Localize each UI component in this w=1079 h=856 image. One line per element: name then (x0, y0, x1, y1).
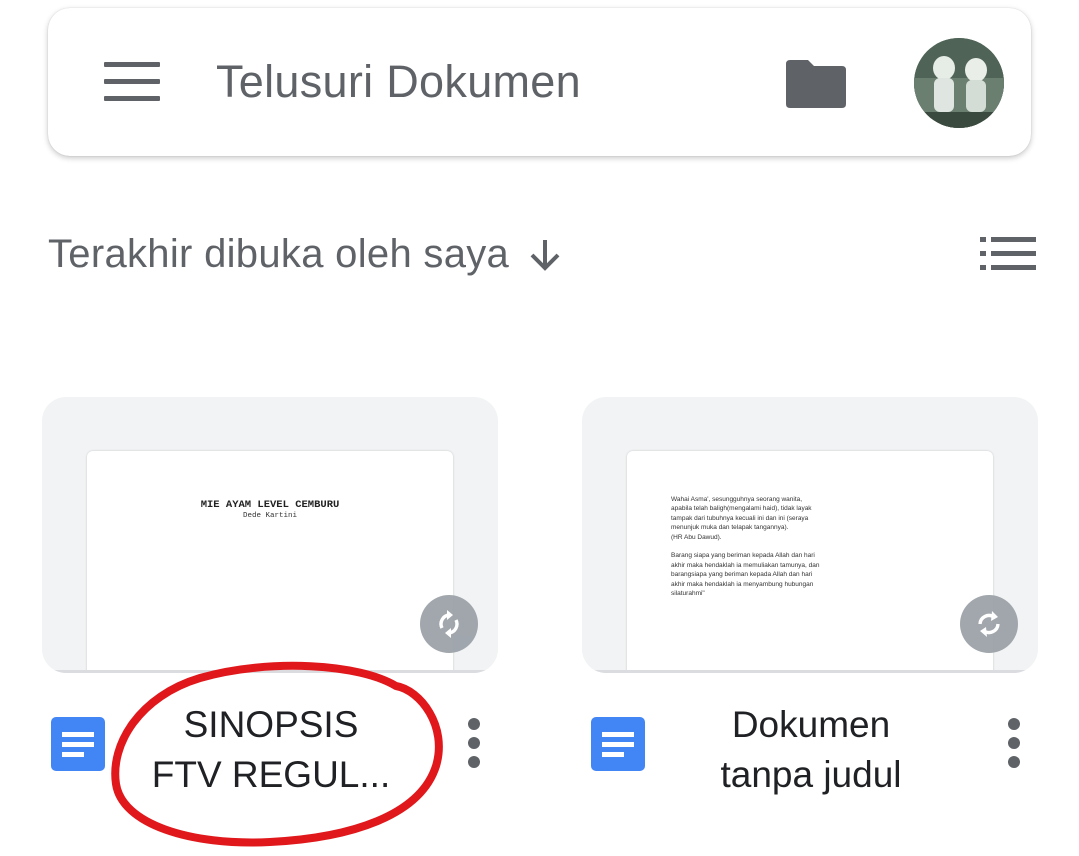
list-view-icon[interactable] (980, 236, 1036, 272)
sort-selector[interactable]: Terakhir dibuka oleh saya (48, 226, 563, 282)
document-title-line: Dokumen (731, 704, 891, 745)
search-bar[interactable]: Telusuri Dokumen (48, 8, 1031, 156)
sort-label: Terakhir dibuka oleh saya (48, 231, 510, 276)
preview-author: Dede Kartini (242, 512, 297, 520)
folder-icon[interactable] (784, 56, 848, 110)
document-preview: MIE AYAM LEVEL CEMBURU Dede Kartini (87, 451, 453, 673)
document-title-line: tanpa judul (720, 754, 902, 795)
hamburger-menu-icon[interactable] (104, 62, 160, 102)
preview-text: Wahai Asma', sesungguhnya seorang wanita… (671, 496, 820, 598)
document-title-line: FTV REGUL... (151, 754, 391, 795)
more-vertical-icon[interactable] (1002, 718, 1026, 772)
google-docs-icon (51, 717, 105, 771)
document-title-line: SINOPSIS (183, 704, 359, 745)
arrow-down-icon[interactable] (527, 234, 563, 274)
more-vertical-icon[interactable] (462, 718, 486, 772)
google-docs-icon (591, 717, 645, 771)
document-card-thumbnail[interactable]: Wahai Asma', sesungguhnya seorang wanita… (582, 397, 1038, 673)
sync-icon (420, 595, 478, 653)
preview-title: MIE AYAM LEVEL CEMBURU (200, 499, 340, 511)
document-card-thumbnail[interactable]: MIE AYAM LEVEL CEMBURU Dede Kartini (42, 397, 498, 673)
document-preview: Wahai Asma', sesungguhnya seorang wanita… (627, 451, 993, 673)
sync-icon (960, 595, 1018, 653)
document-title[interactable]: Dokumen tanpa judul (686, 700, 936, 800)
account-avatar[interactable] (914, 38, 1004, 128)
document-title[interactable]: SINOPSIS FTV REGUL... (146, 700, 396, 800)
search-input[interactable]: Telusuri Dokumen (216, 54, 581, 110)
